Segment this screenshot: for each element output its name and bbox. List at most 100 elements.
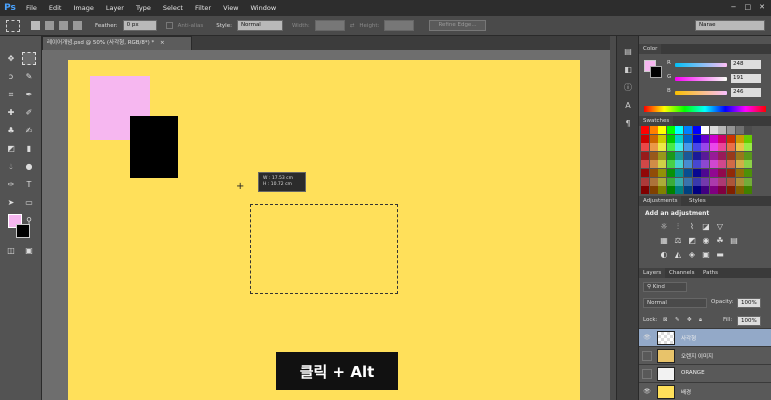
swatch[interactable]	[675, 160, 684, 169]
swatch[interactable]	[709, 143, 718, 152]
swatch[interactable]	[735, 126, 744, 134]
channel-mixer-icon[interactable]: ☘	[715, 236, 725, 246]
character-panel-icon[interactable]: A	[621, 98, 635, 112]
swatch[interactable]	[709, 186, 718, 195]
r-value-input[interactable]: 248	[731, 60, 761, 69]
menu-window[interactable]: Window	[245, 4, 283, 12]
workspace-select[interactable]: Narae	[695, 20, 765, 31]
lock-paint-icon[interactable]: ✎	[675, 317, 680, 323]
swatch[interactable]	[683, 168, 692, 177]
swatch[interactable]	[744, 186, 753, 195]
visibility-toggle-box[interactable]	[642, 351, 652, 361]
swatch[interactable]	[649, 126, 658, 134]
swatch[interactable]	[658, 151, 667, 160]
menu-select[interactable]: Select	[157, 4, 189, 12]
swatch[interactable]	[735, 151, 744, 160]
swatch[interactable]	[658, 177, 667, 186]
shape-tool-icon[interactable]: ▭	[22, 196, 36, 209]
swatch[interactable]	[692, 168, 701, 177]
invert-icon[interactable]: ◐	[659, 250, 669, 260]
swatch[interactable]	[726, 186, 735, 195]
menu-filter[interactable]: Filter	[189, 4, 217, 12]
swatch[interactable]	[744, 143, 753, 152]
crop-tool-icon[interactable]: ⌗	[4, 88, 18, 101]
swatch[interactable]	[641, 177, 649, 186]
swatch[interactable]	[726, 177, 735, 186]
intersect-selection-icon[interactable]	[73, 21, 82, 30]
swatch[interactable]	[675, 168, 684, 177]
selective-color-icon[interactable]: ▣	[701, 250, 711, 260]
swatch[interactable]	[709, 160, 718, 169]
swatch[interactable]	[692, 134, 701, 143]
swatch[interactable]	[735, 186, 744, 195]
swatch[interactable]	[675, 134, 684, 143]
swatch[interactable]	[675, 177, 684, 186]
swatch[interactable]	[666, 134, 675, 143]
swatch[interactable]	[649, 151, 658, 160]
swatch[interactable]	[718, 160, 727, 169]
swatch[interactable]	[658, 186, 667, 195]
swap-icon[interactable]: ⇄	[350, 23, 355, 29]
tab-channels[interactable]: Channels	[665, 268, 699, 278]
layer-row[interactable]: 👁︎ 배경	[639, 382, 771, 400]
tab-swatches[interactable]: Swatches	[639, 116, 674, 126]
swatch[interactable]	[726, 160, 735, 169]
swatch[interactable]	[709, 151, 718, 160]
swatch[interactable]	[744, 177, 753, 186]
swatch[interactable]	[683, 177, 692, 186]
document-tab[interactable]: 레이어개념.psd @ 50% (사각형, RGB/8*) * ×	[42, 36, 192, 50]
swatch[interactable]	[709, 126, 718, 134]
swatch[interactable]	[735, 160, 744, 169]
layer-row[interactable]: ORANGE	[639, 364, 771, 382]
menu-layer[interactable]: Layer	[100, 4, 130, 12]
r-slider[interactable]	[675, 63, 727, 67]
eraser-tool-icon[interactable]: ◩	[4, 142, 18, 155]
swatch[interactable]	[709, 177, 718, 186]
quick-select-icon[interactable]: ✎	[22, 70, 36, 83]
b-value-input[interactable]: 246	[731, 88, 761, 97]
type-tool-icon[interactable]: T	[22, 178, 36, 191]
maximize-button[interactable]: □	[745, 3, 752, 11]
g-value-input[interactable]: 191	[731, 74, 761, 83]
pen-tool-icon[interactable]: ✑	[4, 178, 18, 191]
tab-close-icon[interactable]: ×	[160, 40, 165, 46]
swatch[interactable]	[701, 168, 710, 177]
swatch[interactable]	[701, 186, 710, 195]
swatch[interactable]	[649, 143, 658, 152]
swatch[interactable]	[718, 134, 727, 143]
swatch[interactable]	[726, 126, 735, 134]
lasso-tool-icon[interactable]: ↄ	[4, 70, 18, 83]
lock-all-icon[interactable]: 🔒︎	[699, 317, 702, 324]
curves-icon[interactable]: ⌇	[687, 222, 697, 232]
swatch[interactable]	[735, 143, 744, 152]
swatch[interactable]	[744, 168, 753, 177]
eyedropper-icon[interactable]: ✒	[22, 88, 36, 101]
menu-edit[interactable]: Edit	[43, 4, 68, 12]
swatch[interactable]	[649, 168, 658, 177]
visibility-eye-icon[interactable]: 👁︎	[642, 387, 652, 397]
swatch[interactable]	[641, 160, 649, 169]
swatch[interactable]	[683, 160, 692, 169]
lock-pixels-icon[interactable]: ⊠	[663, 317, 668, 323]
brush-tool-icon[interactable]: ✐	[22, 106, 36, 119]
swatch[interactable]	[675, 151, 684, 160]
exposure-icon[interactable]: ◪	[701, 222, 711, 232]
color-lookup-icon[interactable]: ▤	[729, 236, 739, 246]
close-button[interactable]: ✕	[759, 3, 765, 11]
swatch[interactable]	[666, 177, 675, 186]
history-panel-icon[interactable]: ▤	[621, 44, 635, 58]
swatch[interactable]	[744, 151, 753, 160]
photo-filter-icon[interactable]: ◉	[701, 236, 711, 246]
swatch[interactable]	[709, 134, 718, 143]
paragraph-panel-icon[interactable]: ¶	[621, 116, 635, 130]
color-spectrum-bar[interactable]	[644, 106, 766, 112]
swatch[interactable]	[735, 177, 744, 186]
tab-color[interactable]: Color	[639, 44, 662, 54]
menu-file[interactable]: File	[20, 4, 43, 12]
menu-image[interactable]: Image	[67, 4, 99, 12]
swatch[interactable]	[744, 134, 753, 143]
visibility-toggle-box[interactable]	[642, 369, 652, 379]
fill-input[interactable]: 100%	[737, 316, 761, 326]
blend-mode-select[interactable]: Normal	[643, 298, 707, 308]
b-slider[interactable]	[675, 91, 727, 95]
